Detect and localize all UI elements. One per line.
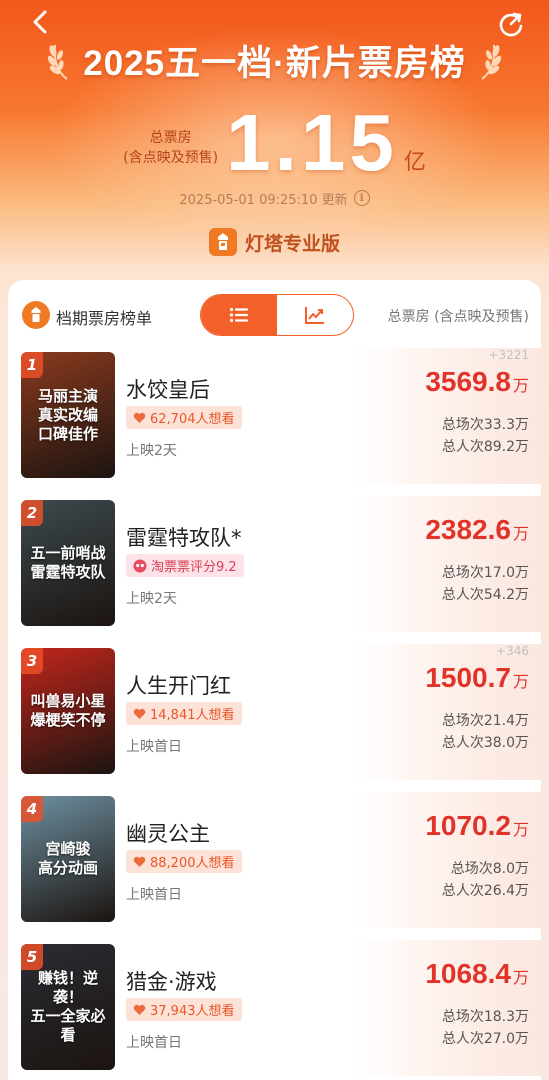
poster-tagline: 叫兽易小星 爆梗笑不停 (30, 692, 106, 729)
boxoffice-delta: +346 (496, 644, 529, 658)
boxoffice-unit: 万 (512, 524, 529, 543)
info-icon[interactable]: i (353, 190, 370, 206)
total-admissions: 总人次54.2万 (441, 587, 529, 603)
total-unit: 亿 (403, 150, 426, 175)
want-to-watch-tag: 88,200人想看 (126, 850, 242, 873)
laurel-left-icon (48, 44, 68, 80)
boxoffice-value: 2382.6 万 (425, 514, 529, 546)
boxoffice-value: 1068.4 万 (425, 958, 529, 990)
boxoffice-number: 1500.7 (425, 662, 511, 693)
boxoffice-value: 1500.7 万 (425, 662, 529, 694)
tag-text: 14,841人想看 (150, 708, 235, 723)
total-admissions: 总人次38.0万 (441, 735, 529, 751)
movie-title[interactable]: 猎金·游戏 (126, 966, 217, 996)
heart-icon (133, 708, 146, 719)
movie-title[interactable]: 雷霆特攻队* (126, 522, 242, 552)
boxoffice-value: 3569.8 万 (425, 366, 529, 398)
boxoffice-unit: 万 (512, 376, 529, 395)
ranking-title: 档期票房榜单 (56, 309, 153, 328)
heart-icon (133, 1004, 146, 1015)
total-label-line1: 总票房 (149, 130, 192, 146)
total-sessions: 总场次17.0万 (441, 565, 529, 581)
column-label: 总票房 (含点映及预售) (387, 309, 529, 325)
ranking-card: 档期票房榜单 总票房 (含点映及预售) 1 马丽主演 真实改编 口碑佳作 水饺皇后 6… (8, 280, 541, 1080)
boxoffice-number: 1070.2 (425, 810, 511, 841)
total-sessions: 总场次33.3万 (441, 417, 529, 433)
boxoffice-value: 1070.2 万 (425, 810, 529, 842)
movie-title[interactable]: 幽灵公主 (126, 818, 210, 848)
heart-icon (133, 412, 146, 423)
total-admissions: 总人次27.0万 (441, 1031, 529, 1047)
boxoffice-unit: 万 (512, 968, 529, 987)
taopiaopiao-icon (133, 559, 147, 572)
release-status: 上映首日 (126, 739, 182, 755)
release-status: 上映2天 (126, 591, 177, 607)
poster-tagline: 宫崎骏 高分动画 (37, 840, 98, 877)
movie-row[interactable]: 2 五一前哨战 雷霆特攻队 雷霆特攻队* 淘票票评分9.2 上映2天 2382.6 万总场次… (8, 496, 541, 632)
movie-poster[interactable]: 3 叫兽易小星 爆梗笑不停 (21, 648, 115, 774)
release-status: 上映首日 (126, 1035, 182, 1051)
want-to-watch-tag: 37,943人想看 (126, 998, 242, 1021)
rank-badge: 5 (21, 944, 43, 970)
heart-icon (133, 856, 146, 867)
laurel-right-icon (481, 44, 501, 80)
tag-text: 淘票票评分9.2 (151, 560, 237, 575)
total-value: 1.15 (226, 98, 398, 187)
movie-title[interactable]: 人生开门红 (126, 670, 231, 700)
total-boxoffice: 总票房 (含点映及预售) 1.15 亿 (0, 100, 549, 186)
movie-poster[interactable]: 2 五一前哨战 雷霆特攻队 (21, 500, 115, 626)
update-time: 2025-05-01 09:25:10 更新 (179, 192, 348, 208)
list-view-button[interactable] (201, 295, 277, 335)
poster-tagline: 赚钱！逆袭！ 五一全家必看 (30, 969, 106, 1044)
rating-tag: 淘票票评分9.2 (126, 554, 244, 577)
list-icon (229, 307, 248, 323)
total-admissions: 总人次89.2万 (441, 439, 529, 455)
brand-row[interactable]: 灯塔专业版 (0, 224, 549, 260)
release-status: 上映2天 (126, 443, 177, 459)
trend-view-button[interactable] (277, 295, 353, 335)
boxoffice-number: 2382.6 (425, 514, 511, 545)
poster-tagline: 五一前哨战 雷霆特攻队 (30, 544, 106, 581)
lighthouse-logo-icon (22, 301, 50, 329)
tag-text: 88,200人想看 (150, 856, 235, 871)
movie-poster[interactable]: 4 宫崎骏 高分动画 (21, 796, 115, 922)
brand-name: 灯塔专业版 (244, 232, 340, 255)
rank-badge: 3 (21, 648, 43, 674)
update-time-row: 2025-05-01 09:25:10 更新 i (0, 186, 549, 210)
movie-row[interactable]: 1 马丽主演 真实改编 口碑佳作 水饺皇后 62,704人想看上映2天 +3221 356… (8, 348, 541, 484)
movie-row[interactable]: 4 宫崎骏 高分动画 幽灵公主 88,200人想看上映首日 1070.2 万总场次8.0万… (8, 792, 541, 928)
view-toggle[interactable] (200, 294, 354, 336)
movie-title[interactable]: 水饺皇后 (126, 374, 210, 404)
boxoffice-delta: +3221 (488, 348, 529, 362)
movie-row[interactable]: 3 叫兽易小星 爆梗笑不停 人生开门红 14,841人想看上映首日 +346 1500.7… (8, 644, 541, 780)
total-sessions: 总场次8.0万 (450, 861, 529, 877)
total-label-line2: (含点映及预售) (123, 150, 219, 166)
movie-poster[interactable]: 1 马丽主演 真实改编 口碑佳作 (21, 352, 115, 478)
total-sessions: 总场次18.3万 (441, 1009, 529, 1025)
rank-badge: 1 (21, 352, 43, 378)
lighthouse-logo-icon (208, 228, 237, 256)
poster-tagline: 马丽主演 真实改编 口碑佳作 (37, 386, 98, 443)
ranking-header: 档期票房榜单 总票房 (含点映及预售) (8, 294, 541, 338)
rank-badge: 2 (21, 500, 43, 526)
rank-badge: 4 (21, 796, 43, 822)
title-row: 2025五一档·新片票房榜 (0, 32, 549, 88)
page-title: 2025五一档·新片票房榜 (83, 43, 466, 83)
boxoffice-unit: 万 (512, 820, 529, 839)
tag-text: 62,704人想看 (150, 412, 235, 427)
movie-row[interactable]: 5 赚钱！逆袭！ 五一全家必看 猎金·游戏 37,943人想看上映首日 1068.4 万总… (8, 940, 541, 1076)
tag-text: 37,943人想看 (150, 1004, 235, 1019)
boxoffice-unit: 万 (512, 672, 529, 691)
total-admissions: 总人次26.4万 (441, 883, 529, 899)
trend-chart-icon (305, 307, 324, 324)
chevron-left-icon (33, 10, 47, 34)
boxoffice-number: 1068.4 (425, 958, 511, 989)
want-to-watch-tag: 62,704人想看 (126, 406, 242, 429)
release-status: 上映首日 (126, 887, 182, 903)
movie-poster[interactable]: 5 赚钱！逆袭！ 五一全家必看 (21, 944, 115, 1070)
want-to-watch-tag: 14,841人想看 (126, 702, 242, 725)
boxoffice-number: 3569.8 (425, 366, 511, 397)
total-sessions: 总场次21.4万 (441, 713, 529, 729)
total-label: 总票房 (含点映及预售) (123, 128, 218, 168)
